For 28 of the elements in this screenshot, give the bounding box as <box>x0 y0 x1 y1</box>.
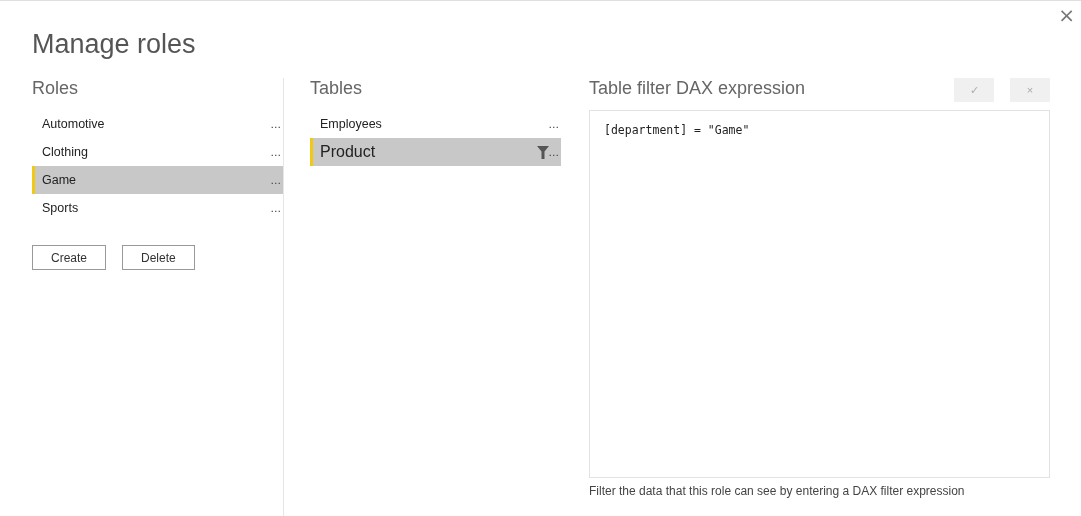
role-item[interactable]: Game ... <box>32 166 283 194</box>
expression-heading: Table filter DAX expression <box>589 78 807 100</box>
role-name: Clothing <box>42 145 89 159</box>
dialog-title: Manage roles <box>32 29 196 60</box>
create-button[interactable]: Create <box>32 245 107 270</box>
role-item[interactable]: Clothing ... <box>32 138 283 166</box>
hint-text: Filter the data that this role can see by entering a DAX filter expression <box>589 484 966 498</box>
tables-heading: Tables <box>310 78 363 100</box>
table-item[interactable]: Employees ... <box>310 110 561 138</box>
role-item[interactable]: Automotive ... <box>32 110 283 138</box>
role-name: Automotive <box>42 117 106 131</box>
role-item[interactable]: Sports ... <box>32 194 283 222</box>
more-options[interactable]: ... <box>548 117 559 131</box>
role-name: Game <box>42 173 78 187</box>
more-options[interactable]: ... <box>270 173 281 187</box>
delete-button[interactable]: Delete <box>122 245 195 270</box>
filter-icon <box>536 145 549 159</box>
close-button[interactable]: × <box>1054 3 1079 27</box>
table-name: Product <box>320 143 377 161</box>
table-item[interactable]: Product ... <box>310 138 561 166</box>
more-options[interactable]: ... <box>270 145 281 159</box>
more-options[interactable]: ... <box>548 145 559 159</box>
roles-heading: Roles <box>32 78 79 100</box>
more-options[interactable]: ... <box>270 117 281 131</box>
table-name: Employees <box>320 117 383 131</box>
expression-editor[interactable]: [department] = "Game" <box>589 110 1050 478</box>
more-options[interactable]: ... <box>270 201 281 215</box>
role-name: Sports <box>42 201 80 215</box>
